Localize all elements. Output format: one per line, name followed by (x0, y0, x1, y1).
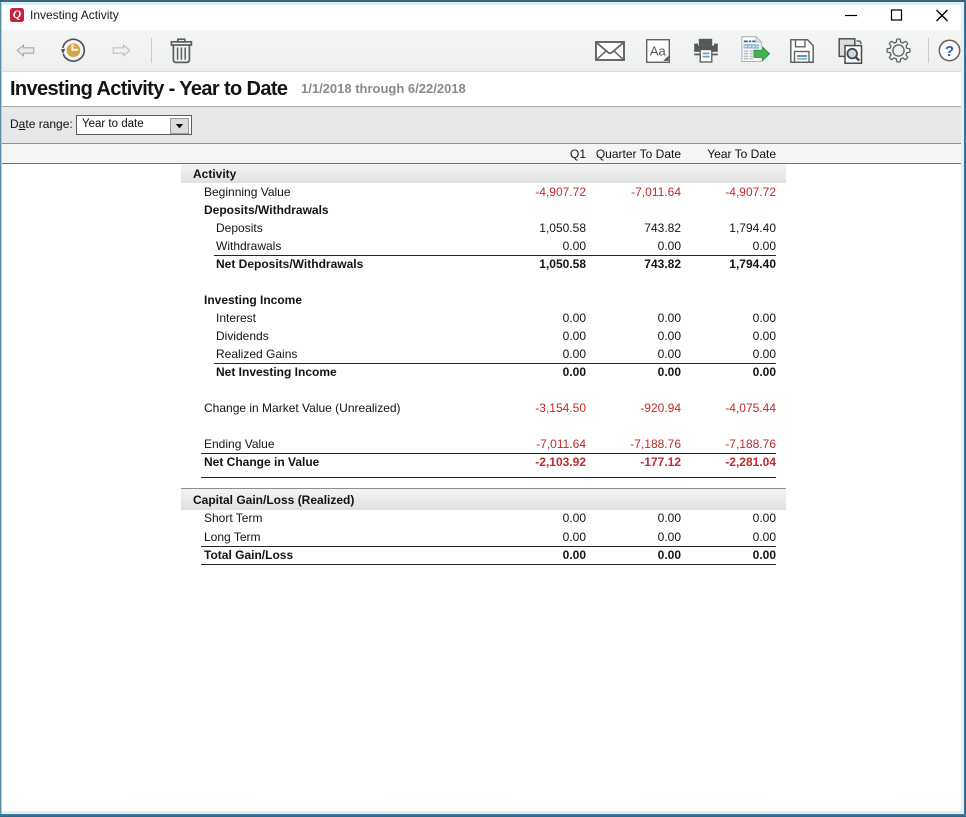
svg-text:?: ? (945, 43, 954, 60)
svg-text:Aa: Aa (650, 43, 667, 58)
